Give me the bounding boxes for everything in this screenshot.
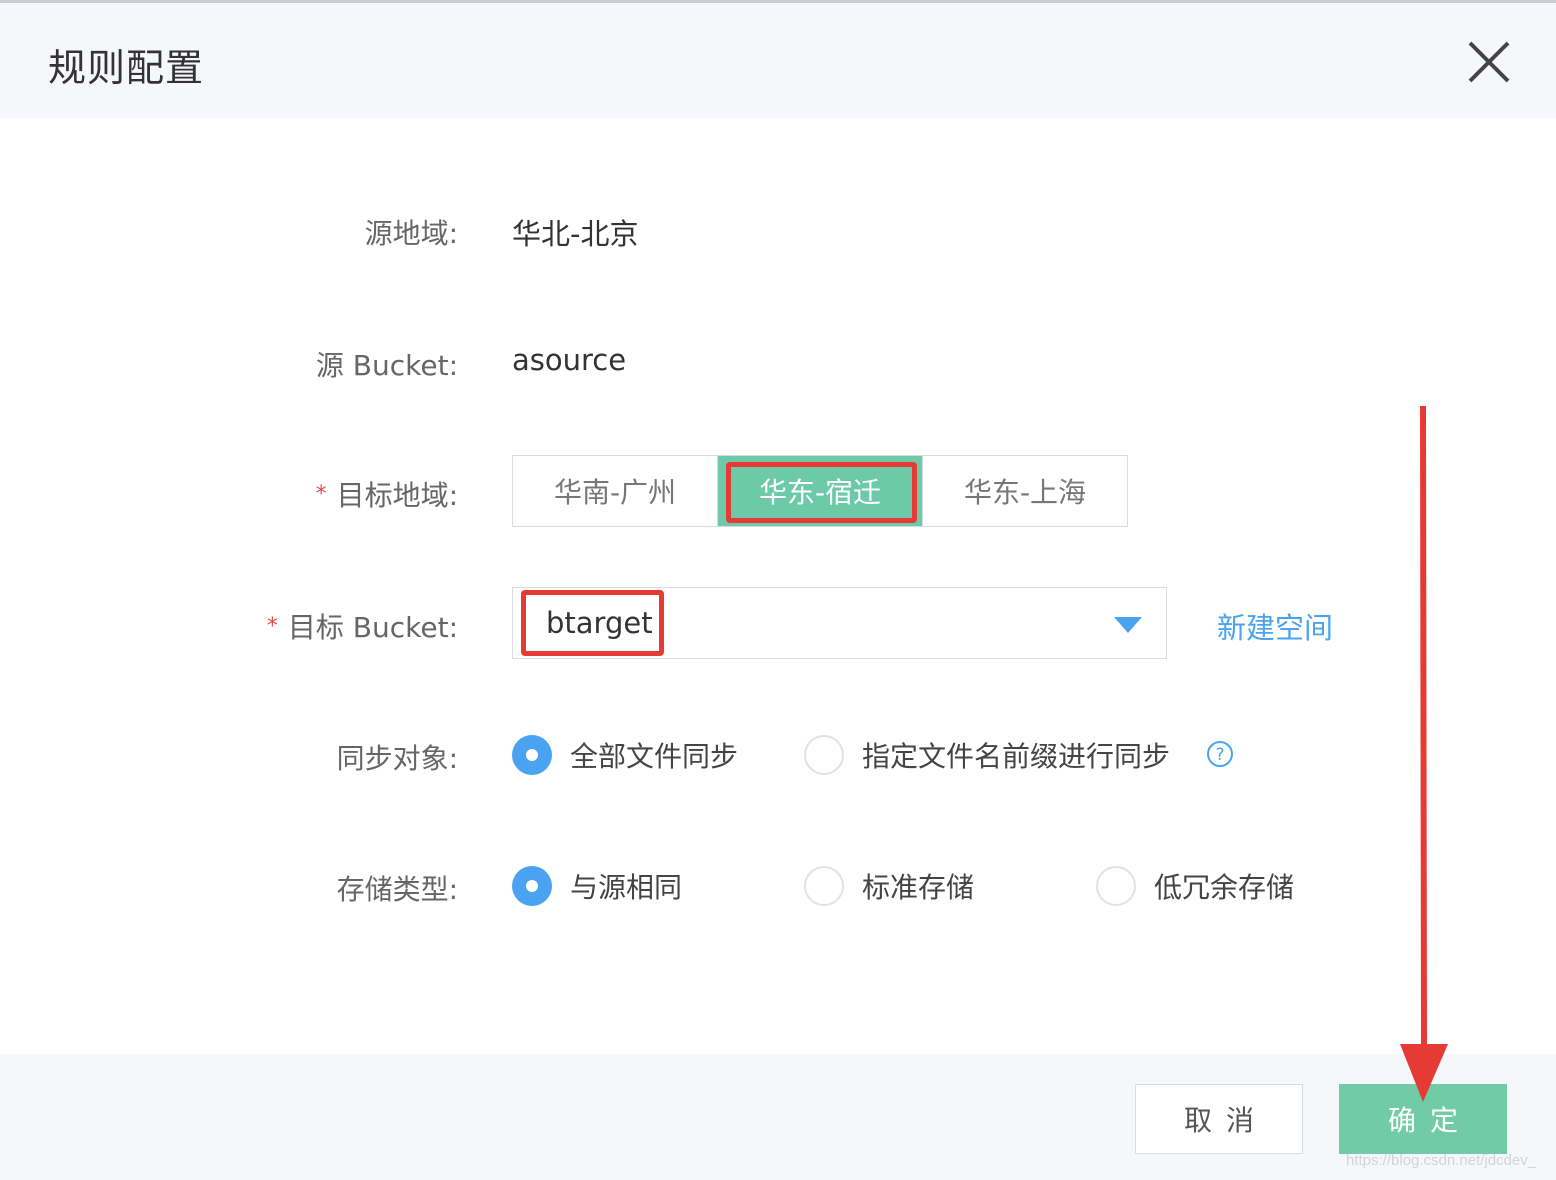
target-bucket-value: btarget: [521, 590, 664, 656]
radio-label: 低冗余存储: [1154, 871, 1295, 904]
target-bucket-select[interactable]: btarget: [512, 587, 1167, 659]
dialog-title: 规则配置: [48, 46, 205, 90]
create-bucket-link[interactable]: 新建空间: [1217, 605, 1333, 647]
region-option-label: 华南-广州: [553, 476, 677, 509]
region-option-label: 华东-上海: [963, 476, 1087, 509]
target-bucket-label-text: 目标 Bucket:: [287, 611, 458, 644]
sync-prefix-radio[interactable]: 指定文件名前缀进行同步: [804, 735, 1170, 775]
source-bucket-value: asource: [512, 343, 627, 377]
chevron-down-icon[interactable]: [1113, 616, 1143, 634]
dialog-header: 规则配置: [0, 3, 1556, 118]
sync-object-label: 同步对象:: [336, 742, 458, 775]
target-region-label: * 目标地域:: [198, 474, 458, 514]
radio-label: 与源相同: [570, 871, 683, 904]
storage-same-radio[interactable]: 与源相同: [512, 866, 682, 906]
radio-checked-icon: [512, 735, 552, 775]
required-mark: *: [315, 482, 327, 507]
radio-label: 指定文件名前缀进行同步: [862, 740, 1171, 773]
source-region-value: 华北-北京: [512, 217, 639, 251]
region-option-suqian[interactable]: 华东-宿迁: [717, 456, 922, 526]
storage-low-redundancy-radio[interactable]: 低冗余存储: [1096, 866, 1294, 906]
source-region-label: 源地域:: [364, 217, 458, 250]
confirm-button[interactable]: 确定: [1339, 1084, 1507, 1154]
svg-text:?: ?: [1215, 745, 1224, 765]
region-option-guangzhou[interactable]: 华南-广州: [513, 456, 717, 526]
radio-label: 全部文件同步: [570, 740, 739, 773]
target-region-selector: 华南-广州 华东-宿迁 华东-上海: [512, 455, 1128, 527]
radio-unchecked-icon: [804, 866, 844, 906]
radio-checked-icon: [512, 866, 552, 906]
radio-unchecked-icon: [1096, 866, 1136, 906]
storage-standard-radio[interactable]: 标准存储: [804, 866, 974, 906]
cancel-button[interactable]: 取消: [1135, 1084, 1303, 1154]
radio-unchecked-icon: [804, 735, 844, 775]
target-bucket-label: * 目标 Bucket:: [198, 606, 458, 646]
watermark: https://blog.csdn.net/jdcdev_: [1346, 1152, 1537, 1169]
required-mark: *: [266, 614, 278, 639]
help-icon[interactable]: ?: [1206, 740, 1234, 768]
region-option-shanghai[interactable]: 华东-上海: [922, 456, 1127, 526]
target-region-label-text: 目标地域:: [336, 479, 458, 512]
radio-label: 标准存储: [862, 871, 975, 904]
annotation-arrow-icon: [1400, 406, 1448, 1102]
dialog-footer: 取消 确定: [0, 1054, 1556, 1180]
highlight-box: [726, 462, 917, 523]
storage-type-label: 存储类型:: [336, 873, 458, 906]
sync-all-radio[interactable]: 全部文件同步: [512, 735, 738, 775]
source-bucket-label: 源 Bucket:: [315, 349, 458, 382]
close-icon[interactable]: [1466, 39, 1512, 85]
